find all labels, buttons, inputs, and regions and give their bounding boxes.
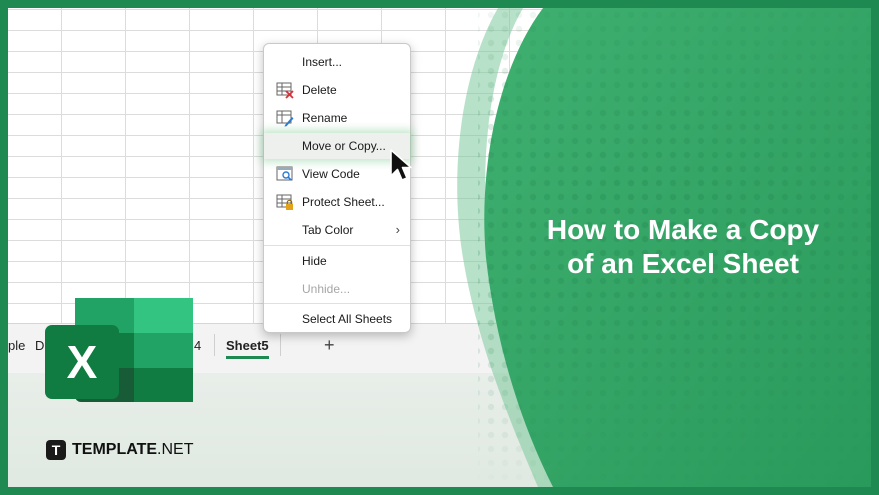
- menu-item-label: Tab Color: [302, 223, 354, 237]
- excel-logo-letter: X: [67, 336, 98, 388]
- menu-item-unhide: Unhide...: [264, 276, 410, 302]
- brand-name: TEMPLATE.NET: [72, 441, 193, 459]
- menu-item-label: Unhide...: [302, 282, 351, 296]
- menu-item-label: Rename: [302, 111, 348, 125]
- menu-divider: [264, 303, 410, 304]
- image-canvas: ple Da 4 Sheet5 + How to Make a Copy of …: [8, 8, 871, 487]
- menu-item-tab-color[interactable]: Tab Color ›: [264, 217, 410, 243]
- menu-item-label: Delete: [302, 83, 337, 97]
- protect-sheet-icon: [276, 194, 293, 210]
- template-badge-icon: T: [46, 440, 66, 460]
- headline-line-1: How to Make a Copy: [546, 214, 820, 245]
- brand-name-suffix: .NET: [157, 441, 194, 458]
- chevron-right-icon: ›: [395, 222, 400, 237]
- menu-item-label: Move or Copy...: [302, 139, 386, 153]
- menu-item-hide[interactable]: Hide: [264, 248, 410, 274]
- menu-item-select-all-sheets[interactable]: Select All Sheets: [264, 306, 410, 332]
- menu-item-rename[interactable]: Rename: [264, 105, 410, 131]
- menu-divider: [264, 245, 410, 246]
- menu-item-protect-sheet[interactable]: Protect Sheet...: [264, 189, 410, 215]
- view-code-icon: [276, 166, 293, 181]
- rename-sheet-icon: [276, 110, 294, 127]
- menu-item-label: Select All Sheets: [302, 312, 393, 326]
- headline-line-2: of an Excel Sheet: [567, 248, 799, 279]
- menu-item-label: View Code: [302, 167, 360, 181]
- menu-item-label: Insert...: [302, 55, 343, 69]
- brand-name-bold: TEMPLATE: [72, 441, 158, 458]
- mouse-cursor-icon: [390, 149, 412, 181]
- menu-item-delete[interactable]: Delete: [264, 77, 410, 103]
- menu-item-label: Protect Sheet...: [302, 195, 385, 209]
- headline: How to Make a Copy of an Excel Sheet: [513, 213, 853, 281]
- excel-logo-icon: X: [45, 298, 193, 402]
- menu-item-label: Hide: [302, 254, 327, 268]
- context-menu: Insert... Delete Rename Move or Copy...: [263, 43, 411, 333]
- menu-item-insert[interactable]: Insert...: [264, 49, 410, 75]
- delete-sheet-icon: [276, 82, 294, 99]
